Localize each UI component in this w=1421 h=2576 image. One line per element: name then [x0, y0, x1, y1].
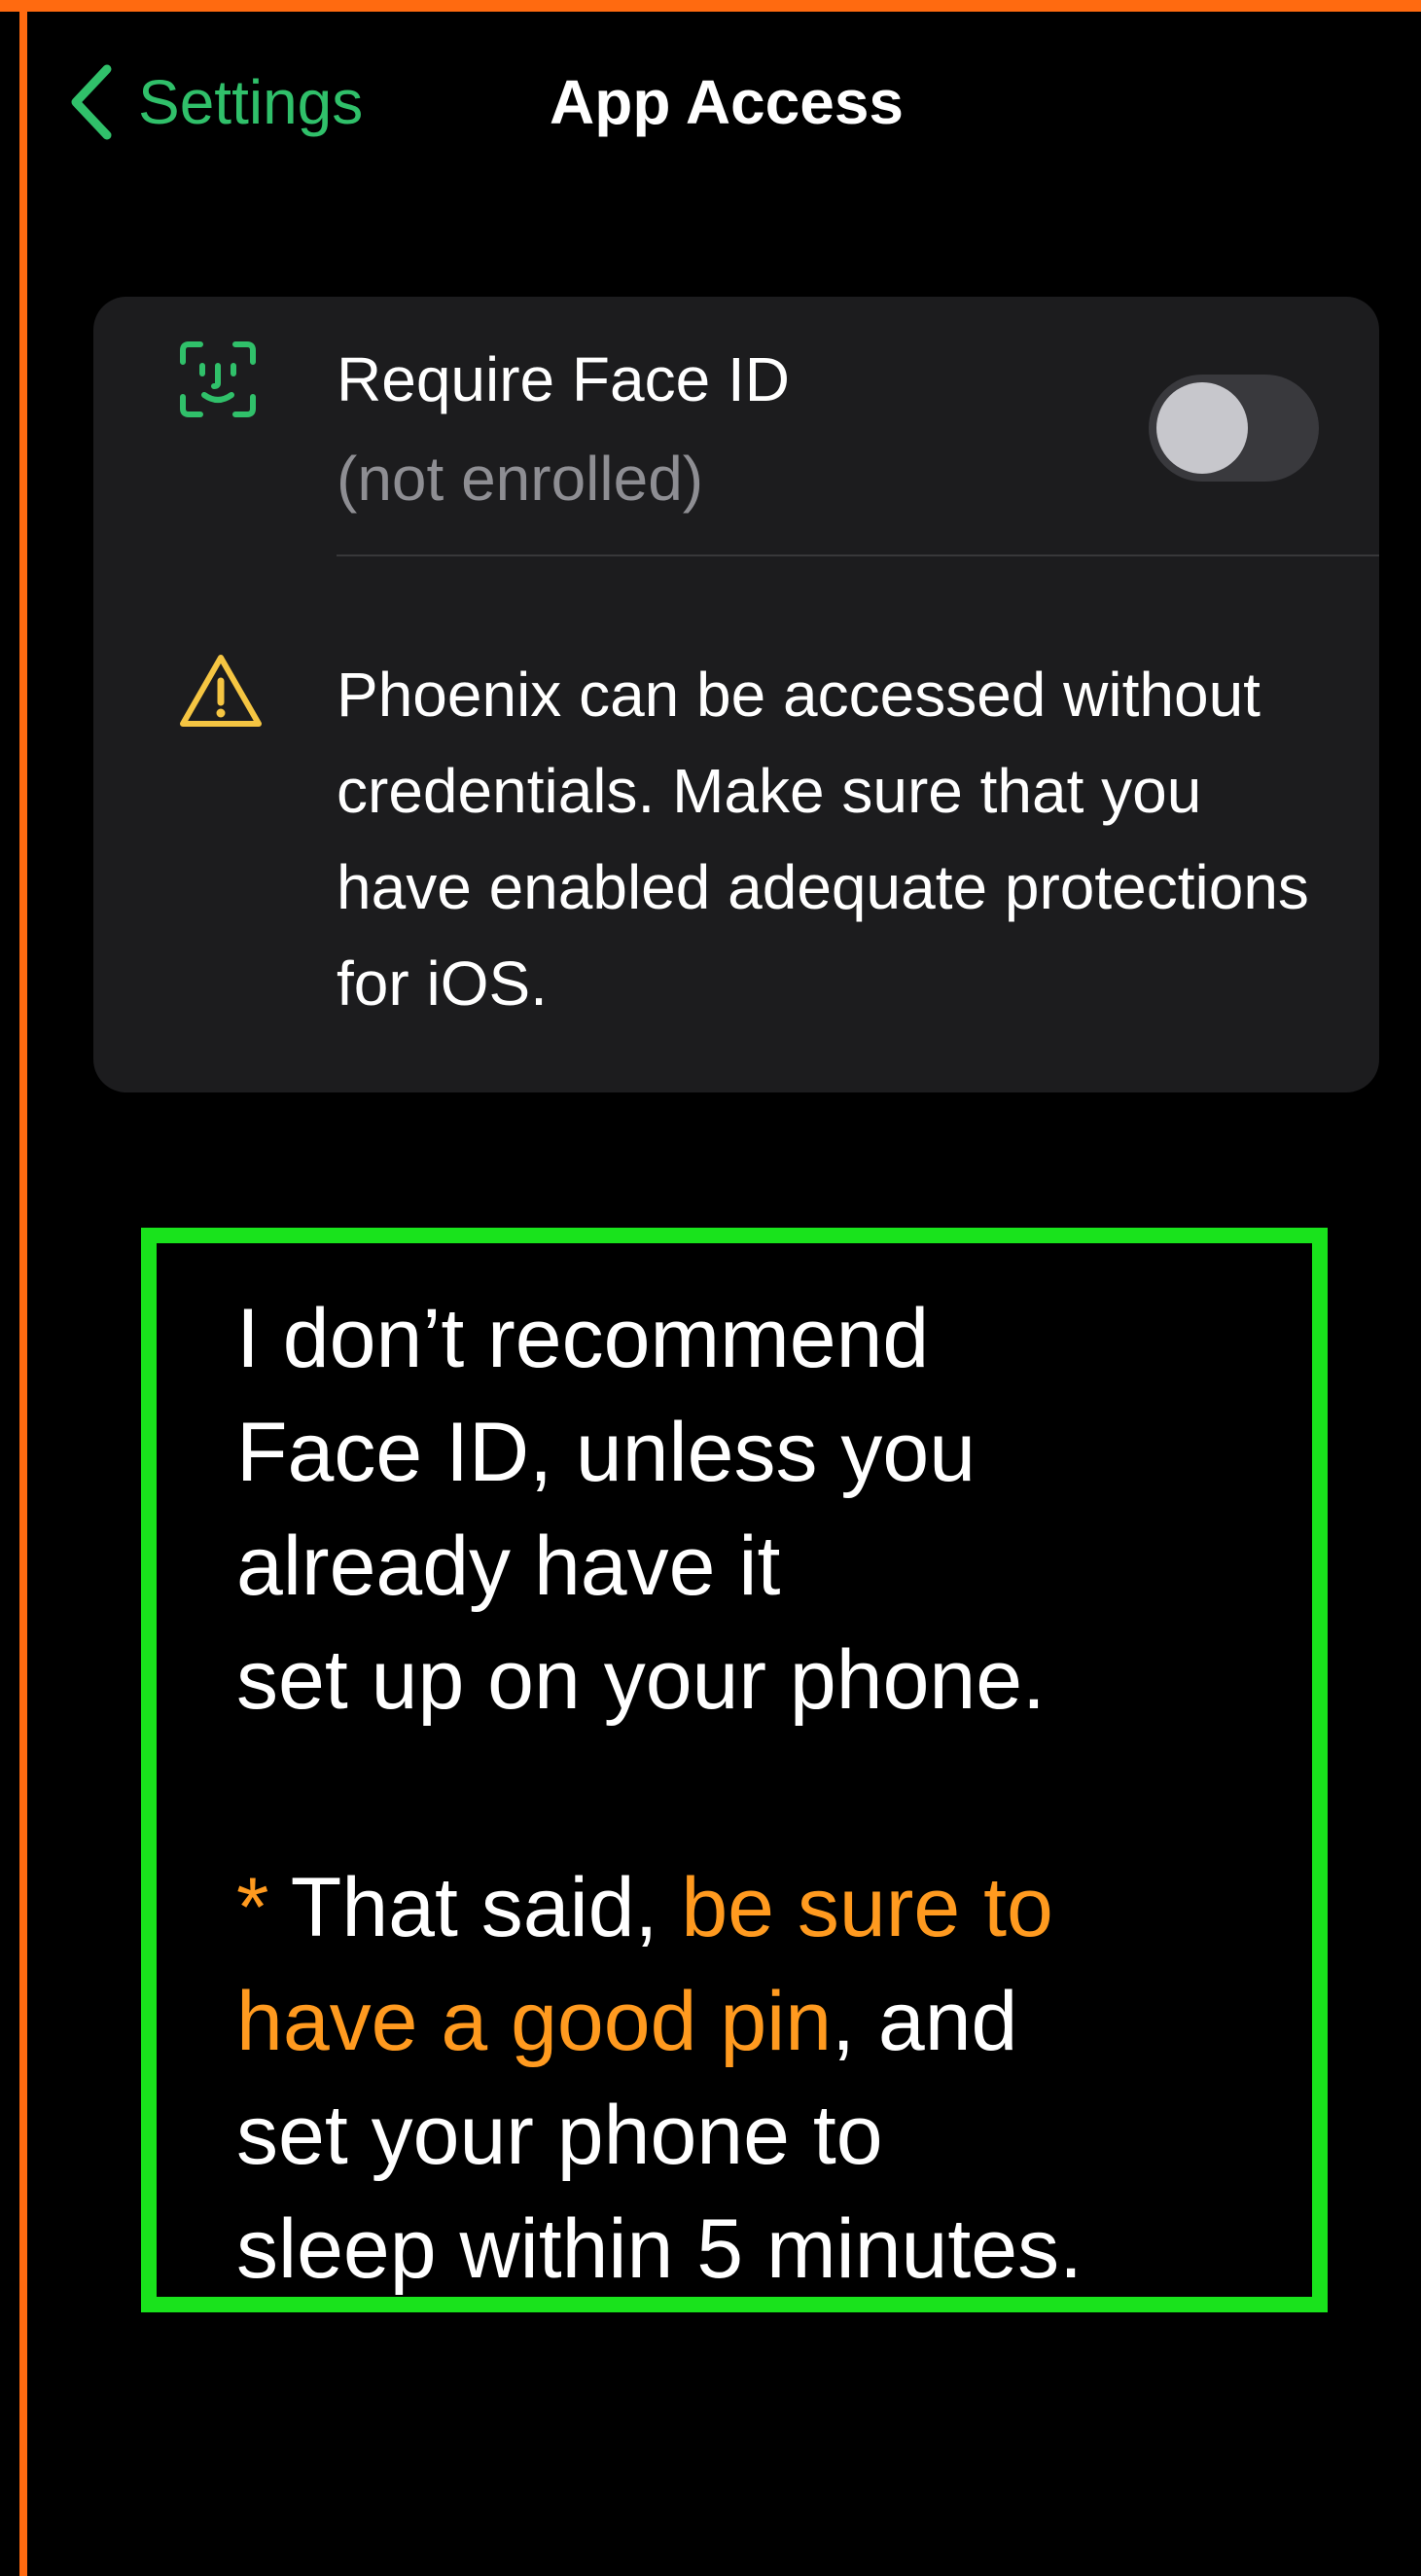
annotation-line: already have it: [236, 1520, 781, 1613]
annotation-text: That said,: [268, 1861, 682, 1954]
row-divider: [337, 555, 1379, 556]
annotation-text: , and: [832, 1975, 1018, 2068]
chevron-left-icon: [71, 64, 112, 140]
annotation-paragraph-2: * That said, be sure to have a good pin, …: [236, 1851, 1316, 2307]
face-id-subtitle: (not enrolled): [337, 444, 704, 514]
back-button-label: Settings: [138, 67, 364, 137]
annotation-highlight: be sure to: [681, 1861, 1053, 1954]
annotation-line: sleep within 5 minutes.: [236, 2202, 1083, 2296]
annotation-box: I don’t recommend Face ID, unless you al…: [141, 1228, 1328, 2312]
frame-left-border: [19, 12, 27, 2576]
face-id-toggle[interactable]: [1149, 375, 1319, 482]
annotation-line: set your phone to: [236, 2089, 883, 2182]
frame-top-border: [0, 0, 1421, 12]
page-title: App Access: [550, 67, 904, 137]
annotation-asterisk: *: [236, 1861, 269, 1954]
warning-text: Phoenix can be accessed without credenti…: [337, 660, 1309, 1019]
warning-icon: [180, 655, 262, 727]
back-button[interactable]: Settings: [68, 54, 363, 151]
navigation-bar: Settings App Access: [58, 54, 1381, 151]
annotation-line: I don’t recommend: [236, 1292, 930, 1385]
face-id-title: Require Face ID: [337, 344, 790, 414]
toggle-knob: [1156, 382, 1248, 474]
annotation-line: Face ID, unless you: [236, 1406, 977, 1499]
settings-card: Require Face ID (not enrolled) Phoenix c…: [93, 297, 1379, 1092]
frame-left-edge: [0, 12, 19, 2576]
annotation-line: set up on your phone.: [236, 1633, 1046, 1727]
annotation-paragraph-1: I don’t recommend Face ID, unless you al…: [236, 1282, 1316, 1737]
annotation-highlight: have a good pin: [236, 1975, 833, 2068]
require-face-id-row: Require Face ID (not enrolled): [93, 297, 1379, 555]
face-id-icon: [180, 341, 256, 417]
